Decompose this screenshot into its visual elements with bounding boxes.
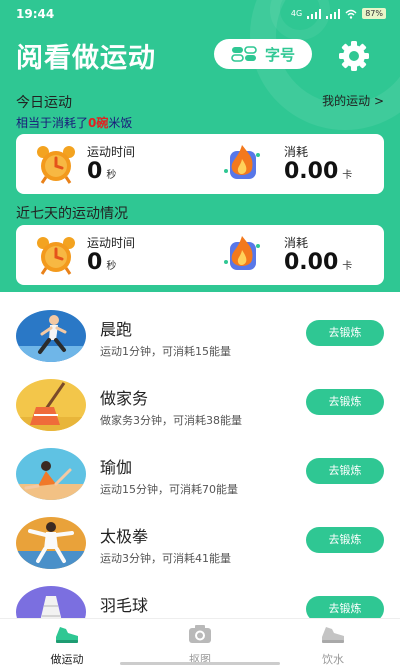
note-suffix: 米饭 (108, 116, 133, 130)
week-calories-label: 消耗 (284, 236, 309, 250)
tab-water-label: 饮水 (322, 653, 344, 666)
go-exercise-button[interactable]: 去锻炼 (306, 389, 384, 415)
week-duration-unit: 秒 (106, 261, 117, 272)
go-exercise-button[interactable]: 去锻炼 (306, 527, 384, 553)
font-size-icon (231, 46, 257, 62)
signal-icon-2 (326, 8, 341, 19)
activity-item-housework[interactable]: 做家务 做家务3分钟，可消耗38能量 去锻炼 (0, 379, 400, 447)
note-value: 0碗 (88, 116, 109, 130)
wifi-icon (345, 9, 357, 19)
today-calories-number: 0.00 (284, 159, 339, 184)
gear-icon[interactable] (338, 40, 370, 72)
today-calories-value: 0.00 卡 (284, 159, 352, 184)
week-stats-card: 运动时间 0秒 消耗 0.00 卡 (16, 225, 384, 285)
status-time: 19:44 (16, 7, 55, 21)
camera-icon (189, 625, 211, 643)
running-illustration-icon (16, 310, 86, 362)
week-calories-unit: 卡 (342, 261, 353, 272)
status-bar: 19:44 4G 87% (0, 0, 400, 28)
week-section-title: 近七天的运动情况 (16, 206, 128, 222)
go-exercise-button[interactable]: 去锻炼 (306, 320, 384, 346)
week-duration-number: 0 (87, 250, 103, 275)
yoga-illustration-icon (16, 448, 86, 500)
activity-name: 太极拳 (100, 527, 149, 546)
battery-icon: 87% (362, 8, 386, 19)
activity-desc: 运动15分钟，可消耗70能量 (100, 483, 238, 496)
sneaker-icon (56, 627, 78, 643)
today-duration-number: 0 (87, 159, 103, 184)
shuttlecock-illustration-icon (16, 586, 86, 618)
activity-desc: 做家务3分钟，可消耗38能量 (100, 414, 242, 427)
today-duration: 运动时间 0秒 (16, 134, 200, 194)
font-size-label: 字号 (264, 45, 295, 64)
today-section-title: 今日运动 (16, 95, 72, 111)
go-exercise-button[interactable]: 去锻炼 (306, 458, 384, 484)
go-exercise-button[interactable]: 去锻炼 (306, 596, 384, 618)
note-prefix: 相当于消耗了 (16, 116, 89, 130)
week-calories-number: 0.00 (284, 250, 339, 275)
activity-name: 羽毛球 (100, 596, 149, 615)
broom-illustration-icon (16, 379, 86, 431)
status-icons: 4G 87% (291, 8, 386, 19)
flame-icon (224, 236, 260, 270)
taichi-illustration-icon (16, 517, 86, 569)
header: 19:44 4G 87% 阅看做运动 字号 今日运动 我的运动 > 相当于消耗了… (0, 0, 400, 292)
week-calories-value: 0.00 卡 (284, 250, 352, 275)
rice-equivalent-note: 相当于消耗了0碗米饭 (16, 114, 132, 131)
today-stats-card: 运动时间 0秒 消耗 0.00 卡 (16, 134, 384, 194)
activity-name: 瑜伽 (100, 458, 133, 477)
flame-icon (224, 145, 260, 179)
activity-item-taichi[interactable]: 太极拳 运动3分钟，可消耗41能量 去锻炼 (0, 517, 400, 585)
today-calories-unit: 卡 (342, 170, 353, 181)
activity-item-badminton[interactable]: 羽毛球 去锻炼 (0, 586, 400, 618)
tab-cutout[interactable]: 抠图 (160, 623, 240, 666)
week-duration-value: 0秒 (87, 250, 116, 275)
today-duration-value: 0秒 (87, 159, 116, 184)
week-duration-label: 运动时间 (87, 236, 136, 250)
my-sports-link[interactable]: 我的运动 > (322, 92, 384, 109)
activity-item-yoga[interactable]: 瑜伽 运动15分钟，可消耗70能量 去锻炼 (0, 448, 400, 516)
week-duration: 运动时间 0秒 (16, 225, 200, 285)
today-duration-unit: 秒 (106, 170, 117, 181)
signal-icon (307, 8, 322, 19)
tab-water[interactable]: 饮水 (293, 623, 373, 666)
week-calories: 消耗 0.00 卡 (206, 225, 384, 285)
alarm-clock-icon (37, 146, 75, 184)
today-calories-label: 消耗 (284, 145, 309, 159)
tab-exercise[interactable]: 做运动 (27, 623, 107, 666)
today-calories: 消耗 0.00 卡 (206, 134, 384, 194)
activity-item-morning-run[interactable]: 晨跑 运动1分钟，可消耗15能量 去锻炼 (0, 310, 400, 378)
font-size-button[interactable]: 字号 (214, 39, 312, 69)
alarm-clock-icon (37, 237, 75, 275)
home-indicator (120, 662, 280, 665)
activity-list: 晨跑 运动1分钟，可消耗15能量 去锻炼 做家务 做家务3分钟，可消耗38能量 … (0, 292, 400, 618)
bottom-tab-bar: 做运动 抠图 饮水 (0, 618, 400, 666)
today-duration-label: 运动时间 (87, 145, 136, 159)
activity-desc: 运动1分钟，可消耗15能量 (100, 345, 231, 358)
app-title: 阅看做运动 (16, 43, 156, 74)
tab-exercise-label: 做运动 (50, 653, 84, 666)
activity-desc: 运动3分钟，可消耗41能量 (100, 552, 231, 565)
activity-name: 晨跑 (100, 320, 133, 339)
network-label: 4G (290, 9, 303, 18)
shoe-icon (322, 627, 344, 643)
activity-name: 做家务 (100, 389, 149, 408)
